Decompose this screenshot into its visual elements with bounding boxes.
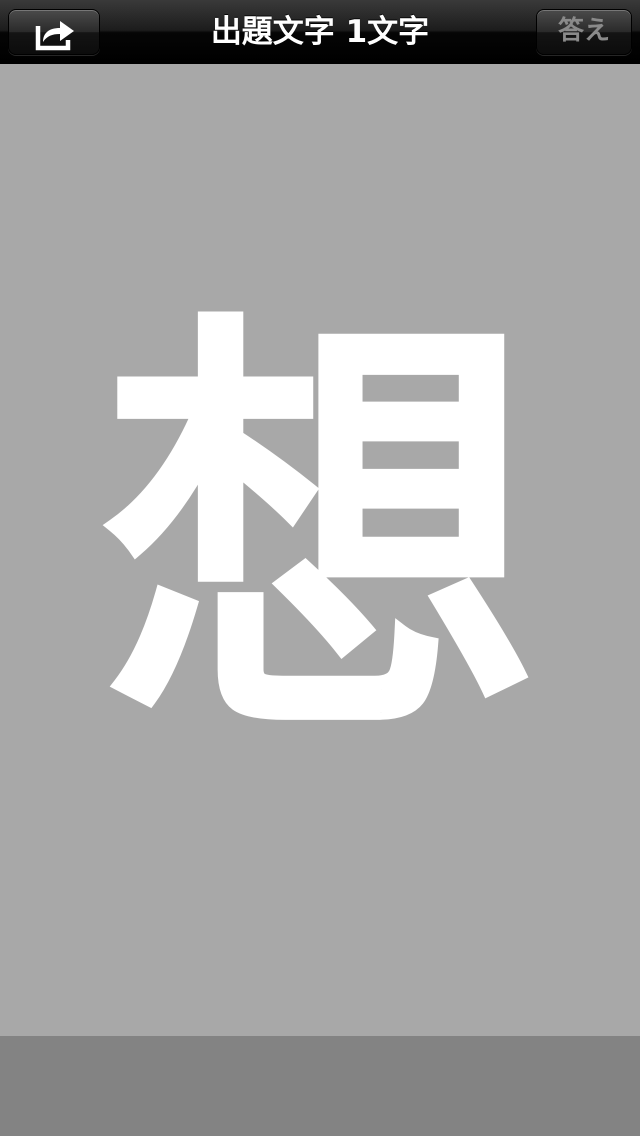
share-button[interactable]: [8, 9, 100, 55]
navigation-bar: 出題文字 1文字 答え: [0, 0, 640, 64]
question-area: 想: [0, 65, 640, 1036]
question-kanji: 想: [100, 279, 540, 791]
answer-button[interactable]: 答え: [536, 9, 632, 55]
bottom-bar: [0, 1036, 640, 1136]
share-arrow-icon: [35, 21, 74, 51]
page-title: 出題文字 1文字: [210, 14, 430, 50]
